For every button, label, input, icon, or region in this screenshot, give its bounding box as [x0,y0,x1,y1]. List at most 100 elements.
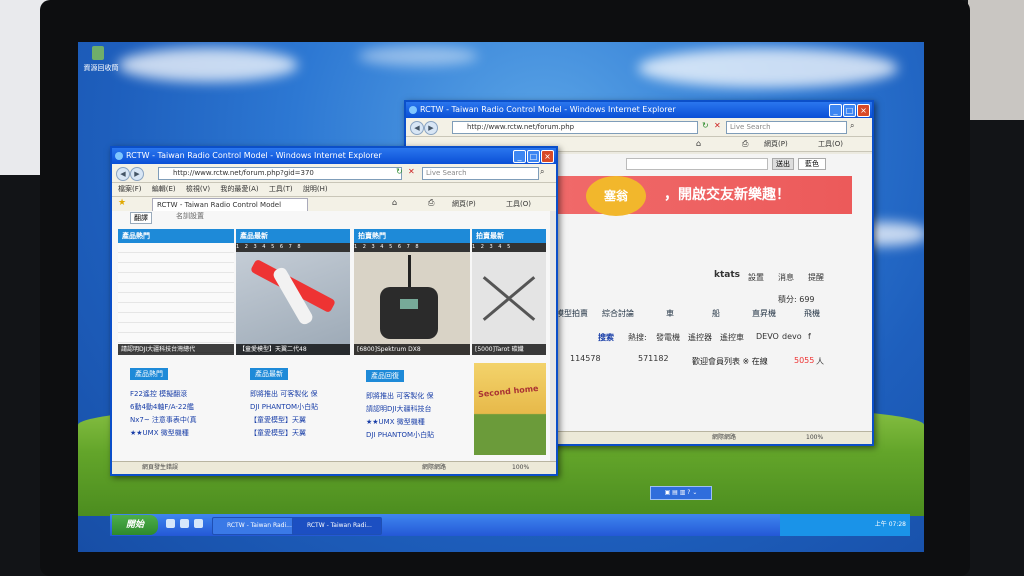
hot-term[interactable]: devo [782,332,802,341]
menu-file[interactable]: 檔案(F) [118,183,142,196]
maximize-button[interactable]: □ [843,104,856,117]
list-item[interactable]: 即將推出 可客製化 保 [250,388,350,401]
second-home-image[interactable]: Second home [474,363,546,455]
recycle-bin-icon[interactable] [92,46,104,60]
panel-caption[interactable]: [5000]Tarot 碳纖 [472,344,546,355]
close-button[interactable]: × [857,104,870,117]
list-item[interactable]: 即將推出 可客製化 保 [366,390,466,403]
close-button[interactable]: × [541,150,554,163]
menu-favorites[interactable]: 我的最愛(A) [220,183,258,196]
menu-view[interactable]: 檢視(V) [186,183,210,196]
home-icon[interactable]: ⌂ [696,139,701,148]
hot-term[interactable]: f [808,332,811,341]
stop-icon[interactable]: ✕ [714,121,721,130]
menu-help[interactable]: 說明(H) [303,183,328,196]
panel-new-auctions[interactable]: 拍賣最新 1 2 3 4 5 [5000]Tarot 碳纖 [472,229,546,355]
list-item[interactable]: 6動4動4軸F/A-22艦 [130,401,230,414]
maximize-button[interactable]: □ [527,150,540,163]
home-icon[interactable]: ⌂ [392,198,397,207]
panel-hot-products[interactable]: 產品熱門 請認明DJI大疆科技台灣總代 [118,229,234,355]
clock[interactable]: 上午 07:28 [875,521,906,528]
back-icon[interactable]: ◀ [410,121,424,135]
language-bar[interactable]: ▣ ▤ ▥ ? ⌄ [650,486,712,500]
browser-window-front[interactable]: RCTW - Taiwan Radio Control Model - Wind… [110,146,558,476]
translate-button[interactable]: 翻譯 [130,212,152,224]
panel-caption[interactable]: 請認明DJI大疆科技台灣總代 [118,344,234,355]
menu-tools[interactable]: 工具(T) [269,183,293,196]
status-zone: 網際網路 [712,434,737,441]
ie-quicklaunch-icon[interactable] [166,519,175,528]
tools-menu[interactable]: 工具(O) [818,139,843,149]
hot-term[interactable]: DEVO [756,332,779,341]
list-item[interactable]: ★★UMX 微型機種 [130,427,230,440]
hot-term[interactable]: 遙控車 [720,332,744,343]
task-button[interactable]: RCTW - Taiwan Radi... [292,517,382,535]
nav-item[interactable]: 船 [712,308,720,319]
list-item[interactable]: 【童愛模型】天翼 [250,427,350,440]
user-link-alerts[interactable]: 提醒 [808,272,824,283]
status-zoom[interactable]: 100% [512,462,529,474]
list-item[interactable]: Nx7~ 注意事表中(真 [130,414,230,427]
nav-item[interactable]: 車 [666,308,674,319]
color-select[interactable]: 藍色 [798,158,826,170]
tools-menu[interactable]: 工具(O) [506,199,531,209]
member-list-text[interactable]: 歡迎會員列表 ※ 在線 [692,356,768,367]
section-tag[interactable]: 產品熱門 [130,368,168,380]
minimize-button[interactable]: _ [513,150,526,163]
print-icon[interactable]: ⎙ [428,198,434,208]
search-input[interactable]: Live Search [422,167,539,180]
page-menu[interactable]: 網頁(P) [452,199,476,209]
panel-caption[interactable]: 【童愛模型】天翼二代48 [236,344,350,355]
user-link-settings[interactable]: 設置 [748,272,764,283]
desktop-quicklaunch-icon[interactable] [180,519,189,528]
menu-edit[interactable]: 編輯(E) [152,183,176,196]
media-quicklaunch-icon[interactable] [194,519,203,528]
list-item[interactable]: DJI PHANTOM小白貼 [250,401,350,414]
address-input[interactable]: http://www.rctw.net/forum.php?gid=370 [158,167,402,180]
list-item[interactable]: 【童愛模型】天翼 [250,414,350,427]
search-button[interactable]: 搜索 [598,332,614,343]
refresh-icon[interactable]: ↻ [702,121,709,130]
title-bar[interactable]: RCTW - Taiwan Radio Control Model - Wind… [406,102,872,118]
refresh-icon[interactable]: ↻ [396,167,403,176]
section-tag[interactable]: 產品最新 [250,368,288,380]
back-icon[interactable]: ◀ [116,167,130,181]
tab-rctw[interactable]: RCTW - Taiwan Radio Control Model [152,198,308,212]
minimize-button[interactable]: _ [829,104,842,117]
user-link-messages[interactable]: 消息 [778,272,794,283]
forward-icon[interactable]: ▶ [130,167,144,181]
print-icon[interactable]: ⎙ [742,139,748,149]
list-item[interactable]: F22遙控 模擬翻滾 [130,388,230,401]
list-item[interactable]: ★★UMX 微型機種 [366,416,466,429]
stop-icon[interactable]: ✕ [408,167,415,176]
user-name[interactable]: ktats [714,270,740,280]
site-search-button[interactable]: 送出 [772,158,794,170]
hot-term[interactable]: 發電機 [656,332,680,343]
favorites-star-icon[interactable]: ★ [118,198,126,208]
section-tag[interactable]: 產品回復 [366,370,404,382]
task-button[interactable]: RCTW - Taiwan Radi... [212,517,302,535]
search-icon[interactable]: ⌕ [850,121,854,131]
status-zoom[interactable]: 100% [806,432,823,444]
address-input[interactable]: http://www.rctw.net/forum.php [452,121,698,134]
search-input[interactable]: Live Search [726,121,847,134]
title-bar[interactable]: RCTW - Taiwan Radio Control Model - Wind… [112,148,556,164]
page-menu[interactable]: 網頁(P) [764,139,788,149]
start-button[interactable]: 開始 [112,515,158,535]
scrollbar[interactable] [550,211,556,462]
nav-item[interactable]: 直昇機 [752,308,776,319]
hot-term[interactable]: 遙控器 [688,332,712,343]
nav-item[interactable]: 飛機 [804,308,820,319]
site-search-field[interactable] [626,158,768,170]
search-icon[interactable]: ⌕ [540,167,544,177]
panel-new-products[interactable]: 產品最新 1 2 3 4 5 6 7 8 【童愛模型】天翼二代48 [236,229,350,355]
forward-icon[interactable]: ▶ [424,121,438,135]
panel-caption[interactable]: [6800]Spektrum DX8 [354,344,470,355]
stat-value: 571182 [638,354,669,363]
nav-item[interactable]: 綜合討論 [602,308,634,319]
list-item[interactable]: DJI PHANTOM小白貼 [366,429,466,442]
stat-value: 114578 [570,354,601,363]
list-item[interactable]: 請認明DJI大疆科技台 [366,403,466,416]
panel-hot-auctions[interactable]: 拍賣熱門 1 2 3 4 5 6 7 8 [6800]Spektrum DX8 [354,229,470,355]
nav-item[interactable]: 模型拍賣 [556,308,588,319]
